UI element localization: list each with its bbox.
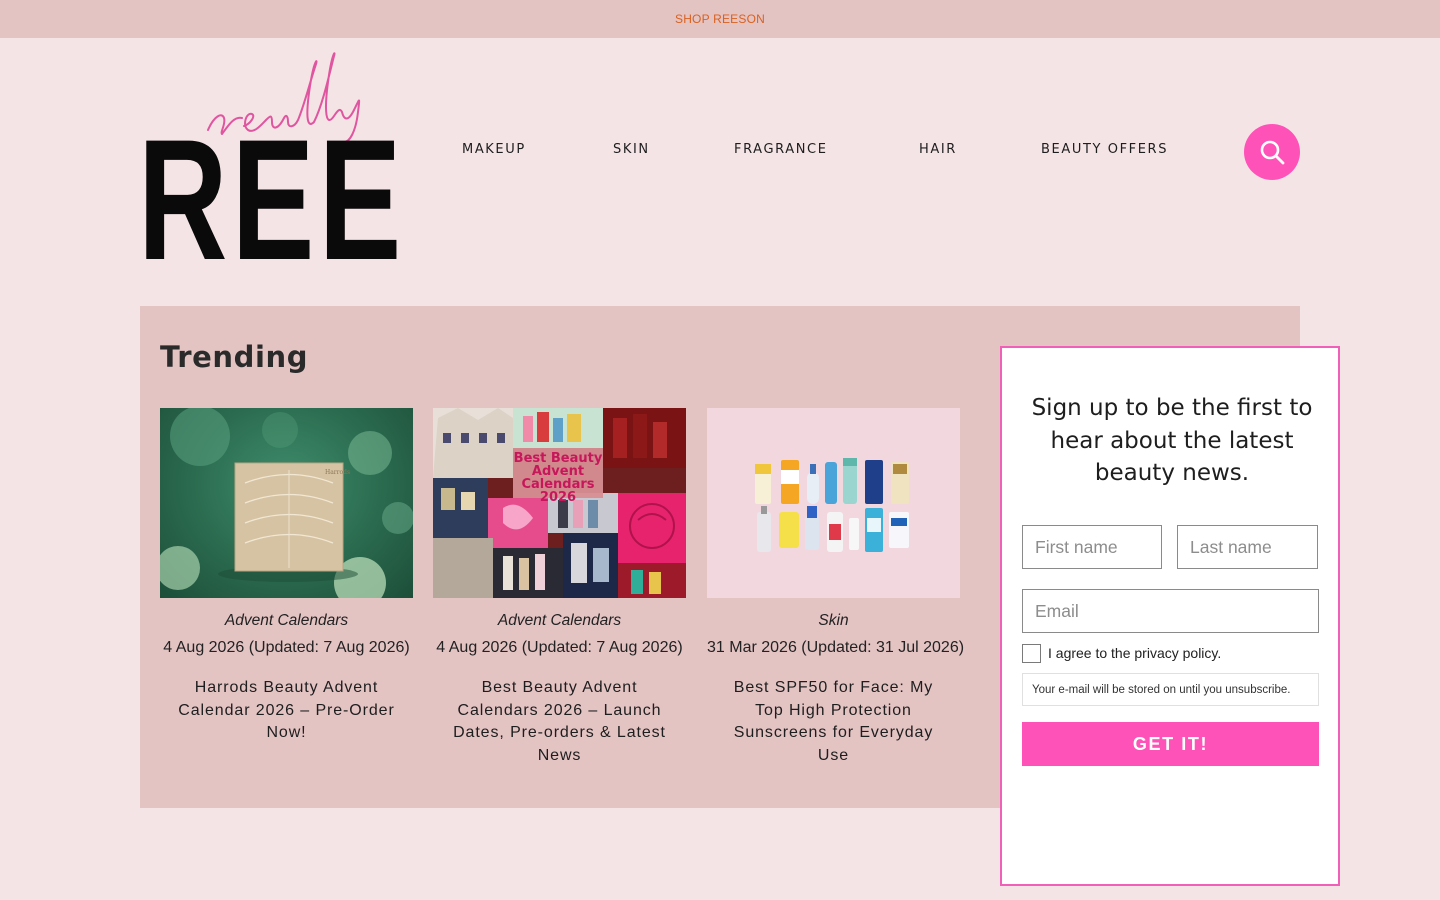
card-image-sunscreens[interactable]	[707, 408, 960, 598]
card-title[interactable]: Best SPF50 for Face: My Top High Protect…	[707, 677, 960, 767]
search-icon	[1260, 140, 1285, 165]
card-date: 4 Aug 2026 (Updated: 7 Aug 2026)	[436, 639, 683, 656]
nav-item-makeup[interactable]: MAKEUP	[462, 142, 526, 157]
card-category[interactable]: Advent Calendars	[433, 612, 686, 630]
top-announcement-bar: SHOP REESON	[0, 0, 1440, 38]
search-button[interactable]	[1244, 124, 1300, 180]
last-name-field[interactable]	[1177, 525, 1318, 569]
harrods-advent-illustration: Harrods	[160, 408, 413, 598]
nav-item-beauty-offers[interactable]: BEAUTY OFFERS	[1041, 142, 1168, 157]
nav-item-skin[interactable]: SKIN	[613, 142, 650, 157]
card-category[interactable]: Advent Calendars	[160, 612, 413, 630]
site-logo[interactable]: REE	[138, 46, 401, 286]
advent-collage-illustration: Best Beauty Advent Calendars 2026	[433, 408, 686, 598]
storage-notice: Your e-mail will be stored on until you …	[1022, 673, 1319, 706]
card-date: 31 Mar 2026 (Updated: 31 Jul 2026)	[707, 639, 965, 656]
nav-item-fragrance[interactable]: FRAGRANCE	[734, 142, 828, 157]
svg-text:2026: 2026	[540, 490, 576, 505]
card-date: 4 Aug 2026 (Updated: 7 Aug 2026)	[163, 639, 410, 656]
storage-notice-text: Your e-mail will be stored on until you …	[1032, 683, 1291, 696]
sunscreen-products-illustration	[755, 458, 909, 552]
get-it-button[interactable]: GET IT!	[1022, 722, 1319, 766]
first-name-field[interactable]	[1022, 525, 1162, 569]
trending-card-spf50[interactable]: Skin 31 Mar 2026 (Updated: 31 Jul 2026) …	[707, 408, 965, 767]
privacy-checkbox[interactable]	[1022, 644, 1041, 663]
nav-item-hair[interactable]: HAIR	[919, 142, 957, 157]
card-category[interactable]: Skin	[707, 612, 960, 630]
trending-card-advent-calendars[interactable]: Best Beauty Advent Calendars 2026 Advent…	[433, 408, 686, 767]
privacy-checkbox-label[interactable]: I agree to the privacy policy.	[1048, 645, 1221, 661]
shop-reeson-link[interactable]: SHOP REESON	[675, 12, 765, 26]
trending-card-harrods[interactable]: Harrods Advent Calendars 4 Aug 2026 (Upd…	[160, 408, 413, 745]
svg-text:Harrods: Harrods	[325, 469, 350, 476]
card-image-advent-collage[interactable]: Best Beauty Advent Calendars 2026	[433, 408, 686, 598]
trending-title: Trending	[160, 340, 309, 374]
logo-wordmark: REE	[138, 104, 406, 296]
email-field[interactable]	[1022, 589, 1319, 633]
signup-heading: Sign up to be the first to hear about th…	[1031, 395, 1313, 486]
card-image-harrods-advent[interactable]: Harrods	[160, 408, 413, 598]
card-title[interactable]: Best Beauty Advent Calendars 2026 – Laun…	[433, 677, 686, 767]
card-title[interactable]: Harrods Beauty Advent Calendar 2026 – Pr…	[160, 677, 413, 745]
newsletter-signup-panel: Sign up to be the first to hear about th…	[1000, 346, 1340, 886]
